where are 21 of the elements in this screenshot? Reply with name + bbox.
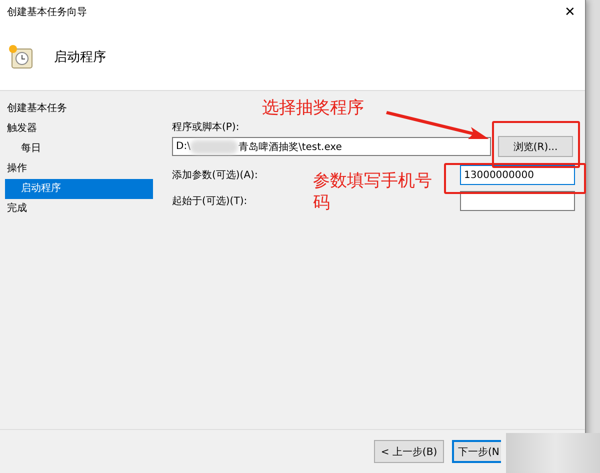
input-field[interactable]	[460, 191, 575, 211]
field-label: 程序或脚本(P):	[172, 120, 240, 134]
clock-icon	[8, 44, 34, 70]
close-icon[interactable]: ✕	[555, 4, 585, 20]
input-field[interactable]: 13000000000	[460, 165, 575, 185]
nav-item[interactable]: 启动程序	[5, 179, 153, 199]
next-button[interactable]: 下一步(N	[452, 440, 502, 463]
nav-item[interactable]: 每日	[5, 139, 153, 159]
nav-item[interactable]: 创建基本任务	[0, 99, 153, 119]
annotation-text: 参数填写手机号码	[313, 170, 433, 214]
back-button[interactable]: < 上一步(B)	[374, 440, 444, 463]
page-title: 启动程序	[54, 49, 106, 66]
window-title: 创建基本任务向导	[7, 6, 87, 19]
nav-item[interactable]: 完成	[0, 199, 153, 219]
nav-item[interactable]: 操作	[0, 159, 153, 179]
input-field[interactable]: D:\ 青岛啤酒抽奖\test.exe	[172, 137, 491, 156]
field-label: 起始于(可选)(T):	[172, 194, 248, 208]
field-label: 添加参数(可选)(A):	[172, 168, 258, 182]
nav-item[interactable]: 触发器	[0, 119, 153, 139]
browse-button[interactable]: 浏览(R)...	[498, 136, 573, 157]
annotation-text: 选择抽奖程序	[262, 97, 364, 119]
